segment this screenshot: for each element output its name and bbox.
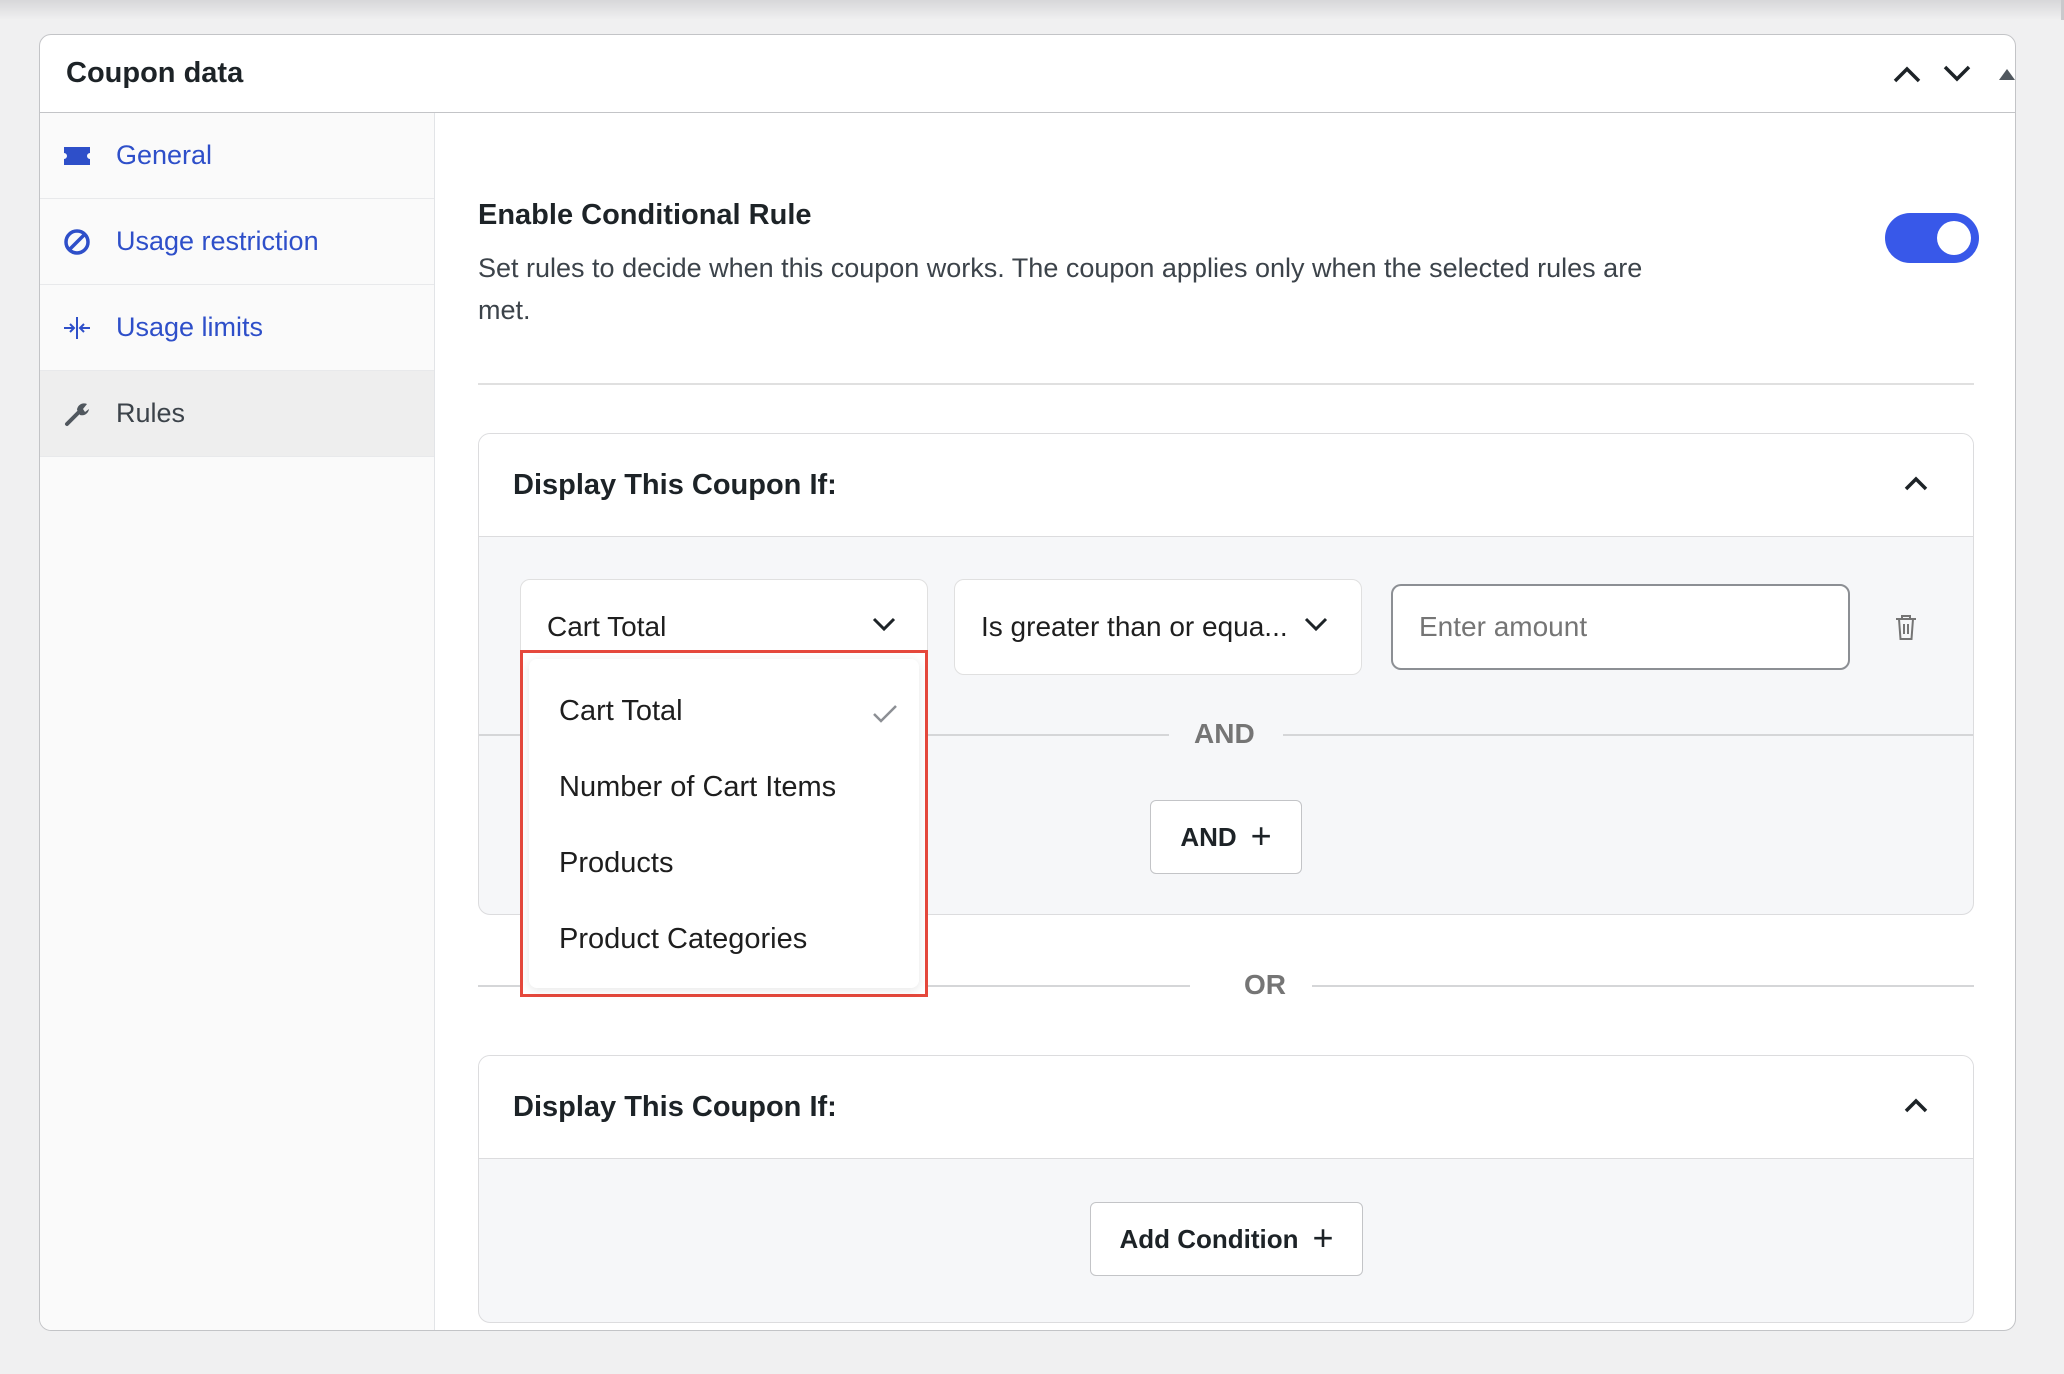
sidebar: General Usage restriction Usage limits R…	[40, 113, 435, 1330]
triangle-up-icon	[1999, 69, 2015, 80]
chevron-down-icon	[1943, 65, 1971, 82]
group-title: Display This Coupon If:	[513, 468, 837, 501]
dropdown-list: Cart Total Number of Cart Items Products…	[529, 659, 919, 988]
add-condition-button[interactable]: Add Condition +	[1090, 1202, 1363, 1276]
toggle-knob	[1937, 221, 1971, 255]
no-entry-icon	[60, 225, 94, 259]
sidebar-item-general[interactable]: General	[40, 113, 434, 199]
add-condition-label: Add Condition	[1119, 1223, 1299, 1254]
plus-icon: +	[1312, 1216, 1334, 1258]
group-header[interactable]: Display This Coupon If:	[479, 434, 1973, 537]
and-button-label: AND	[1180, 821, 1237, 852]
plus-icon: +	[1250, 814, 1272, 856]
sidebar-item-label: Usage limits	[116, 312, 264, 342]
selected-field: Cart Total	[547, 611, 667, 642]
or-separator-line-right	[1312, 985, 1974, 987]
rule-title: Enable Conditional Rule	[478, 199, 812, 231]
dropdown-option-products[interactable]: Products	[559, 847, 673, 880]
sidebar-item-rules[interactable]: Rules	[40, 371, 434, 457]
sidebar-item-label: Rules	[116, 398, 186, 428]
chevron-down-icon	[1304, 617, 1328, 632]
and-separator-line-right	[1283, 734, 1973, 736]
coupon-data-panel: Coupon data General Usage restriction Us…	[39, 34, 2016, 1331]
arrows-in-icon	[60, 311, 94, 345]
dropdown-option-product-categories[interactable]: Product Categories	[559, 923, 807, 956]
wrench-icon	[60, 397, 94, 431]
condition-operator-select[interactable]: Is greater than or equa...	[954, 579, 1362, 675]
dropdown-option-cart-total[interactable]: Cart Total	[559, 695, 683, 728]
browser-top-shadow	[0, 0, 2064, 20]
chevron-up-icon[interactable]	[1903, 1096, 1929, 1114]
amount-placeholder: Enter amount	[1419, 611, 1588, 642]
rule-group-2: Display This Coupon If: Add Condition +	[478, 1055, 1974, 1323]
chevron-down-icon	[872, 617, 896, 632]
sidebar-item-usage-limits[interactable]: Usage limits	[40, 285, 434, 371]
divider	[478, 383, 1974, 385]
field-dropdown-menu: Cart Total Number of Cart Items Products…	[520, 650, 928, 997]
amount-input[interactable]: Enter amount	[1391, 584, 1850, 670]
or-separator-label: OR	[1244, 969, 1286, 1000]
group-title: Display This Coupon If:	[513, 1090, 837, 1123]
collapse-panel-button[interactable]	[1990, 59, 2015, 89]
chevron-up-icon	[1893, 66, 1921, 83]
move-up-button[interactable]	[1890, 59, 1924, 89]
checkmark-icon	[873, 705, 897, 723]
sidebar-item-label: General	[116, 140, 213, 170]
panel-header: Coupon data	[40, 35, 2015, 113]
ticket-icon	[60, 139, 94, 173]
group-header[interactable]: Display This Coupon If:	[479, 1056, 1973, 1159]
rule-description: Set rules to decide when this coupon wor…	[478, 253, 1643, 325]
selected-operator: Is greater than or equa...	[981, 611, 1288, 642]
sidebar-item-usage-restriction[interactable]: Usage restriction	[40, 199, 434, 285]
add-and-condition-button[interactable]: AND +	[1150, 800, 1302, 874]
move-down-button[interactable]	[1940, 59, 1974, 89]
enable-rule-toggle[interactable]	[1885, 213, 1979, 263]
panel-title: Coupon data	[66, 57, 244, 89]
trash-icon[interactable]	[1892, 612, 1920, 642]
chevron-up-icon[interactable]	[1903, 474, 1929, 492]
dropdown-option-number-of-cart-items[interactable]: Number of Cart Items	[559, 771, 836, 804]
sidebar-item-label: Usage restriction	[116, 226, 319, 256]
and-separator-label: AND	[1194, 718, 1255, 749]
